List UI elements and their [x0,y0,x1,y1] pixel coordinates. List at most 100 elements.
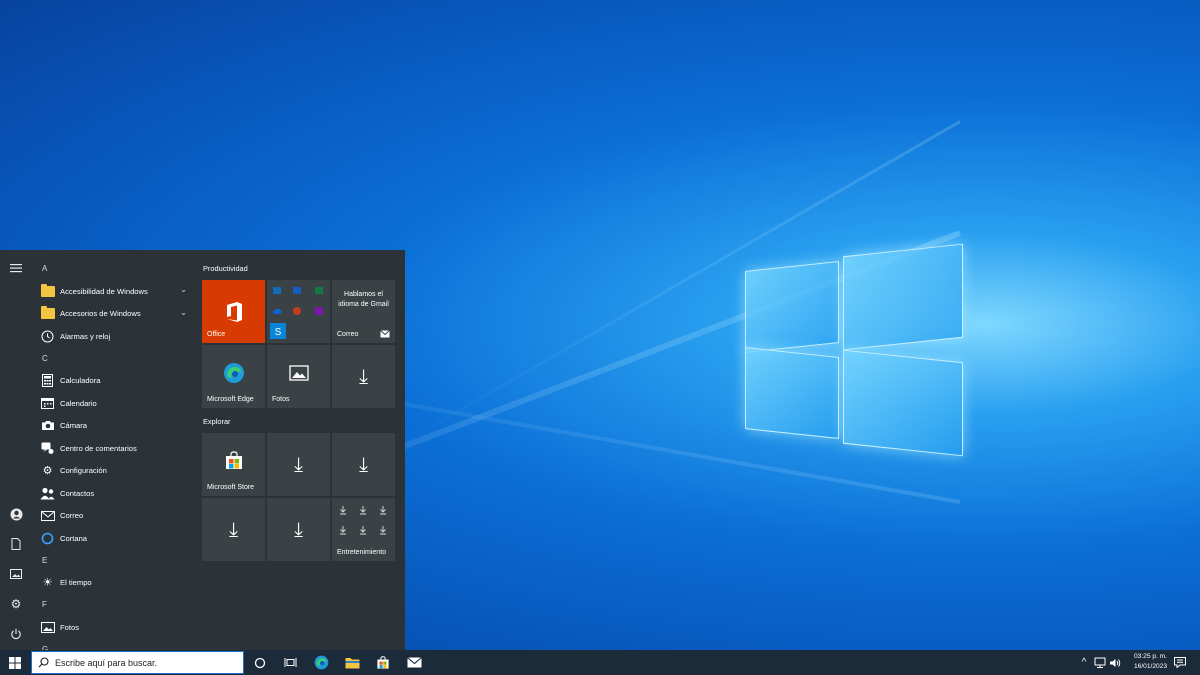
windows-logo-icon [9,656,21,669]
download-icon: ⤓ [294,453,303,476]
app-item[interactable]: Cortana [32,527,197,550]
download-tile[interactable]: ⤓ [267,433,330,496]
camera-icon [40,418,55,433]
app-item[interactable]: Centro de comentarios [32,437,197,460]
app-item[interactable]: ⚙ Configuración [32,460,197,483]
clock-date: 16/01/2023 [1133,663,1167,670]
photos-tile[interactable]: Fotos [267,345,330,408]
task-view-button[interactable] [279,652,301,673]
store-taskbar-button[interactable] [372,652,394,673]
taskbar-search-box[interactable]: Escribe aquí para buscar. [31,651,244,674]
app-label: Accesorios de Windows [60,309,141,319]
search-icon [38,657,49,668]
search-placeholder: Escribe aquí para buscar. [55,657,158,668]
chevron-up-icon[interactable]: ^ [1077,652,1091,673]
tile-area: Productividad Office S Hablamos el idiom… [202,250,405,650]
store-tile[interactable]: Microsoft Store [202,433,265,496]
office-icon [226,301,242,322]
app-item[interactable]: Contactos [32,482,197,505]
letter-header[interactable]: G [32,639,197,651]
calendar-icon [40,396,55,411]
app-item[interactable]: Correo [32,505,197,528]
gear-icon: ⚙ [42,465,53,478]
app-label: Alarmas y reloj [60,331,111,341]
pictures-icon[interactable] [8,566,24,582]
office-tile[interactable]: Office [202,280,265,343]
letter-header[interactable]: A [32,258,197,280]
tile-label: Office [207,331,226,338]
app-item[interactable]: ☀ El tiempo [32,572,197,595]
app-label: Calculadora [60,376,101,386]
tile-label: Microsoft Store [207,484,255,491]
file-explorer-button[interactable] [341,652,363,673]
letter-header[interactable]: C [32,348,197,370]
download-tile[interactable]: ⤓ [332,345,395,408]
app-item[interactable]: Cámara [32,415,197,438]
edge-icon [223,362,244,383]
download-tile[interactable]: ⤓ [202,498,265,561]
edge-icon [314,655,328,670]
tile-label: Entretenimiento [337,549,387,556]
store-icon [225,450,242,469]
app-label: Fotos [60,622,79,632]
calculator-icon [40,373,55,388]
download-tile[interactable]: ⤓ [267,498,330,561]
app-item[interactable]: Calculadora [32,370,197,393]
task-view-icon [284,658,296,667]
app-label: Cámara [60,421,88,431]
alarm-clock-icon [40,329,55,344]
app-label: Accesibilidad de Windows [60,286,148,296]
app-label: Centro de comentarios [60,443,137,453]
app-item[interactable]: Accesorios de Windows ⌄ [32,303,197,326]
mail-taskbar-button[interactable] [403,652,425,673]
edge-taskbar-button[interactable] [310,652,332,673]
photos-icon [288,364,309,381]
app-list: A Accesibilidad de Windows ⌄ Accesorios … [32,258,197,650]
cortana-icon [40,531,55,546]
group-title[interactable]: Explorar [203,417,231,426]
volume-icon[interactable] [1108,652,1122,673]
start-button[interactable] [0,650,30,675]
photos-icon [40,620,55,635]
group-title[interactable]: Productividad [203,264,248,273]
notifications-icon[interactable] [1172,652,1188,673]
taskbar: Escribe aquí para buscar. ^ 03:25 p. m. … [0,650,1200,675]
mail-tile[interactable]: Hablamos el idioma de Gmail Correo [332,280,395,343]
contacts-icon [40,486,55,501]
taskbar-clock[interactable]: 03:25 p. m. 16/01/2023 [1134,652,1167,672]
power-icon[interactable] [8,626,24,642]
download-icon: ⤓ [359,365,368,388]
mail-icon [406,657,422,668]
app-label: Correo [60,511,84,521]
folder-icon [40,283,55,299]
office-apps-icons: S [270,287,323,339]
gmail-promo-text: Hablamos el idioma de Gmail [338,291,389,308]
sun-icon: ☀ [42,577,53,590]
mail-icon [40,508,55,523]
download-tile[interactable]: ⤓ [332,433,395,496]
chevron-down-icon: ⌄ [180,307,187,317]
cortana-button[interactable] [249,652,271,673]
folder-icon [40,306,55,321]
entertainment-folder-tile[interactable]: Entretenimiento [332,498,395,561]
letter-header[interactable]: F [32,594,197,616]
app-label: Contactos [60,488,95,498]
settings-icon[interactable]: ⚙ [8,596,24,612]
feedback-hub-icon [40,441,55,456]
tile-label: Fotos [272,396,290,403]
download-icon: ⤓ [294,518,303,541]
app-item[interactable]: Alarmas y reloj [32,325,197,348]
letter-header[interactable]: E [32,550,197,572]
app-item[interactable]: Calendario [32,392,197,415]
download-icon: ⤓ [359,453,368,476]
document-icon[interactable] [8,536,24,552]
office-apps-folder-tile[interactable]: S [267,280,330,343]
user-icon[interactable] [8,506,24,522]
tile-label: Microsoft Edge [207,396,254,403]
edge-tile[interactable]: Microsoft Edge [202,345,265,408]
hamburger-icon[interactable] [8,260,24,276]
app-label: Cortana [60,533,88,543]
network-icon[interactable] [1093,652,1107,673]
app-item[interactable]: Fotos [32,616,197,639]
app-item[interactable]: Accesibilidad de Windows ⌄ [32,280,197,303]
